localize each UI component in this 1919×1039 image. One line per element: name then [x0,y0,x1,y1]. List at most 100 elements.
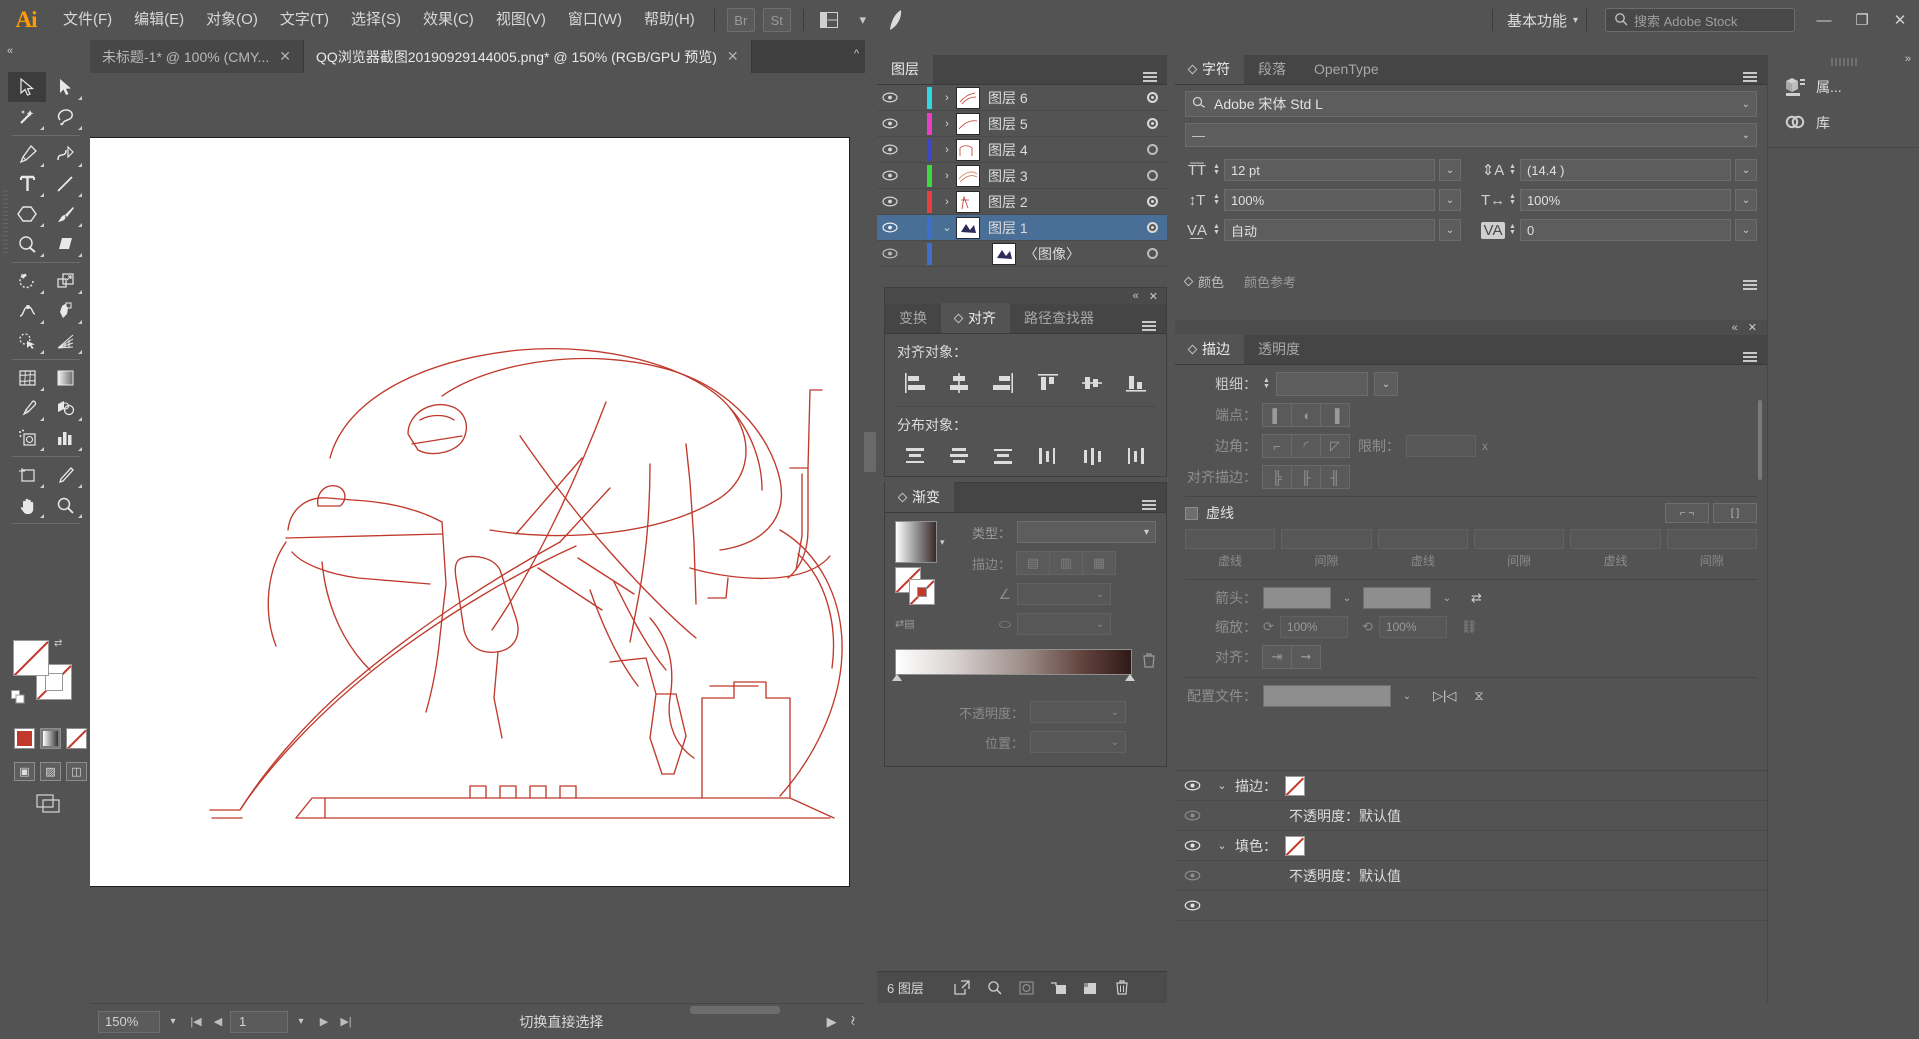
dash-input-1[interactable] [1185,529,1276,549]
default-fill-stroke-icon[interactable] [11,690,25,707]
slice-tool[interactable] [46,460,84,490]
chevron-down-icon[interactable]: ⌄ [1742,99,1750,110]
align-bottom-icon[interactable] [1114,366,1158,400]
width-tool[interactable] [8,296,46,326]
dash-align-corners-icon[interactable]: [ ] [1713,503,1757,523]
stroke-weight-input[interactable] [1275,372,1368,396]
layer-name[interactable]: 图层 2 [988,192,1137,212]
bevel-join-icon[interactable]: ◸ [1320,434,1350,458]
minimize-button[interactable]: — [1805,0,1843,40]
target-indicator[interactable] [1137,248,1167,259]
color-mode-none[interactable] [66,728,87,749]
chevron-down-icon[interactable]: ⌄ [1439,159,1461,181]
eraser-tool[interactable] [46,229,84,259]
tab-stroke[interactable]: 描边 [1175,334,1244,364]
chevron-down-icon[interactable]: ▾ [940,537,945,548]
zoom-dropdown-icon[interactable]: ▾ [162,1011,184,1033]
align-right-icon[interactable] [981,366,1025,400]
chevron-down-icon[interactable]: ⌄ [1209,779,1235,792]
color-mode-color[interactable] [14,728,35,749]
gradient-within-stroke-icon[interactable]: ▤ [1016,551,1050,575]
restore-button[interactable]: ❐ [1843,0,1881,40]
gradient-location-input[interactable]: ⌄ [1030,731,1126,753]
eye-icon-dim[interactable] [1175,810,1209,821]
selection-tool[interactable] [8,72,46,102]
stepper-icon[interactable]: ▲ ▼ [1509,223,1516,236]
align-stroke-center-icon[interactable]: ╠ [1262,465,1292,489]
draw-inside-icon[interactable]: ◫ [66,762,87,781]
tab-layers[interactable]: 图层 [877,54,933,84]
horizontal-scale-value[interactable]: 100% [1519,189,1731,211]
locate-object-icon[interactable] [979,972,1009,1004]
line-segment-tool[interactable] [46,169,84,199]
document-tab-1[interactable]: 未标题-1* @ 100% (CMY... ✕ [90,40,304,73]
menu-edit[interactable]: 编辑(E) [123,0,195,40]
stroke-limit-input[interactable] [1406,435,1476,457]
character-panel-menu-icon[interactable] [1733,70,1767,84]
dash-preserve-exact-icon[interactable]: ⌐ ¬ [1665,503,1709,523]
collapse-to-icons-icon[interactable]: ^ [854,48,859,60]
gradient-stop-end[interactable] [1125,674,1135,681]
close-icon[interactable]: ✕ [279,48,291,65]
magic-wand-tool[interactable] [8,102,46,132]
arrowhead-start-select[interactable] [1263,587,1331,609]
vertical-scale-field[interactable]: ↕T ▲ ▼ 100% ⌄ [1185,187,1461,213]
appearance-row-fill[interactable]: ⌄ 填色： [1175,831,1767,861]
distribute-horizontal-center-icon[interactable] [1070,439,1114,473]
draw-normal-icon[interactable]: ▣ [14,762,35,781]
target-indicator[interactable] [1137,118,1167,129]
hand-tool[interactable] [8,490,46,520]
menu-window[interactable]: 窗口(W) [557,0,633,40]
link-scale-icon[interactable]: ⛓ [1461,619,1478,635]
eye-icon[interactable] [1175,840,1209,851]
gap-input-1[interactable] [1281,529,1372,549]
tab-opentype[interactable]: OpenType [1300,54,1393,84]
eyedropper-tool[interactable] [8,393,46,423]
gradient-stroke-box[interactable] [909,579,935,605]
delete-layer-icon[interactable] [1107,972,1137,1004]
align-horizontal-center-icon[interactable] [937,366,981,400]
prev-artboard-button[interactable]: ◀ [208,1011,228,1033]
align-stroke-outside-icon[interactable]: ╢ [1320,465,1350,489]
stock-search-input[interactable]: 搜索 Adobe Stock [1605,8,1795,32]
appearance-row-fill-opacity[interactable]: 不透明度：默认值 [1175,861,1767,891]
kerning-value[interactable]: 自动 [1223,219,1435,241]
swap-arrowheads-icon[interactable]: ⇄ [1471,590,1482,606]
artboard-dropdown-icon[interactable]: ▾ [290,1011,312,1033]
menu-file[interactable]: 文件(F) [52,0,123,40]
last-artboard-button[interactable]: ▶| [336,1011,356,1033]
butt-cap-icon[interactable]: ▌ [1262,403,1292,427]
eye-icon[interactable] [877,170,903,181]
eye-icon[interactable] [877,248,903,259]
chevron-down-icon[interactable]: ⌄ [1735,159,1757,181]
close-button[interactable]: ✕ [1881,0,1919,40]
menu-select[interactable]: 选择(S) [340,0,412,40]
chevron-down-icon[interactable]: ⌄ [938,221,956,234]
tracking-field[interactable]: VA ▲ ▼ 0 ⌄ [1481,217,1757,243]
dash-input-2[interactable] [1377,529,1468,549]
round-join-icon[interactable]: ◜ [1291,434,1321,458]
gradient-along-stroke-icon[interactable]: ▥ [1049,551,1083,575]
chevron-down-icon-workspace[interactable]: ▾ [1573,15,1578,26]
chevron-down-icon[interactable]: ▾ [846,0,880,40]
target-indicator[interactable] [1137,92,1167,103]
layer-row[interactable]: › 图层 4 [877,137,1167,163]
chevron-down-icon[interactable]: ⌄ [1437,593,1457,604]
sublayer-name[interactable]: 〈图像〉 [1024,244,1137,264]
layer-row-sublayer[interactable]: 〈图像〉 [877,241,1167,267]
column-graph-tool[interactable] [46,423,84,453]
first-artboard-button[interactable]: |◀ [186,1011,206,1033]
menu-effect[interactable]: 效果(C) [412,0,485,40]
arrowhead-end-select[interactable] [1363,587,1431,609]
stepper-icon[interactable]: ▲ ▼ [1213,223,1220,236]
lasso-tool[interactable] [46,102,84,132]
layer-row[interactable]: › 图层 3 [877,163,1167,189]
appearance-fill-swatch[interactable] [1285,835,1305,856]
eye-icon[interactable] [877,196,903,207]
layer-row[interactable]: › 图层 2 [877,189,1167,215]
bridge-button[interactable]: Br [726,8,755,32]
chevron-down-icon[interactable]: ⌄ [1735,189,1757,211]
chevron-down-icon[interactable]: ⌄ [1209,839,1235,852]
layer-name[interactable]: 图层 4 [988,140,1137,160]
chevron-down-icon[interactable]: ⌄ [1397,691,1417,702]
